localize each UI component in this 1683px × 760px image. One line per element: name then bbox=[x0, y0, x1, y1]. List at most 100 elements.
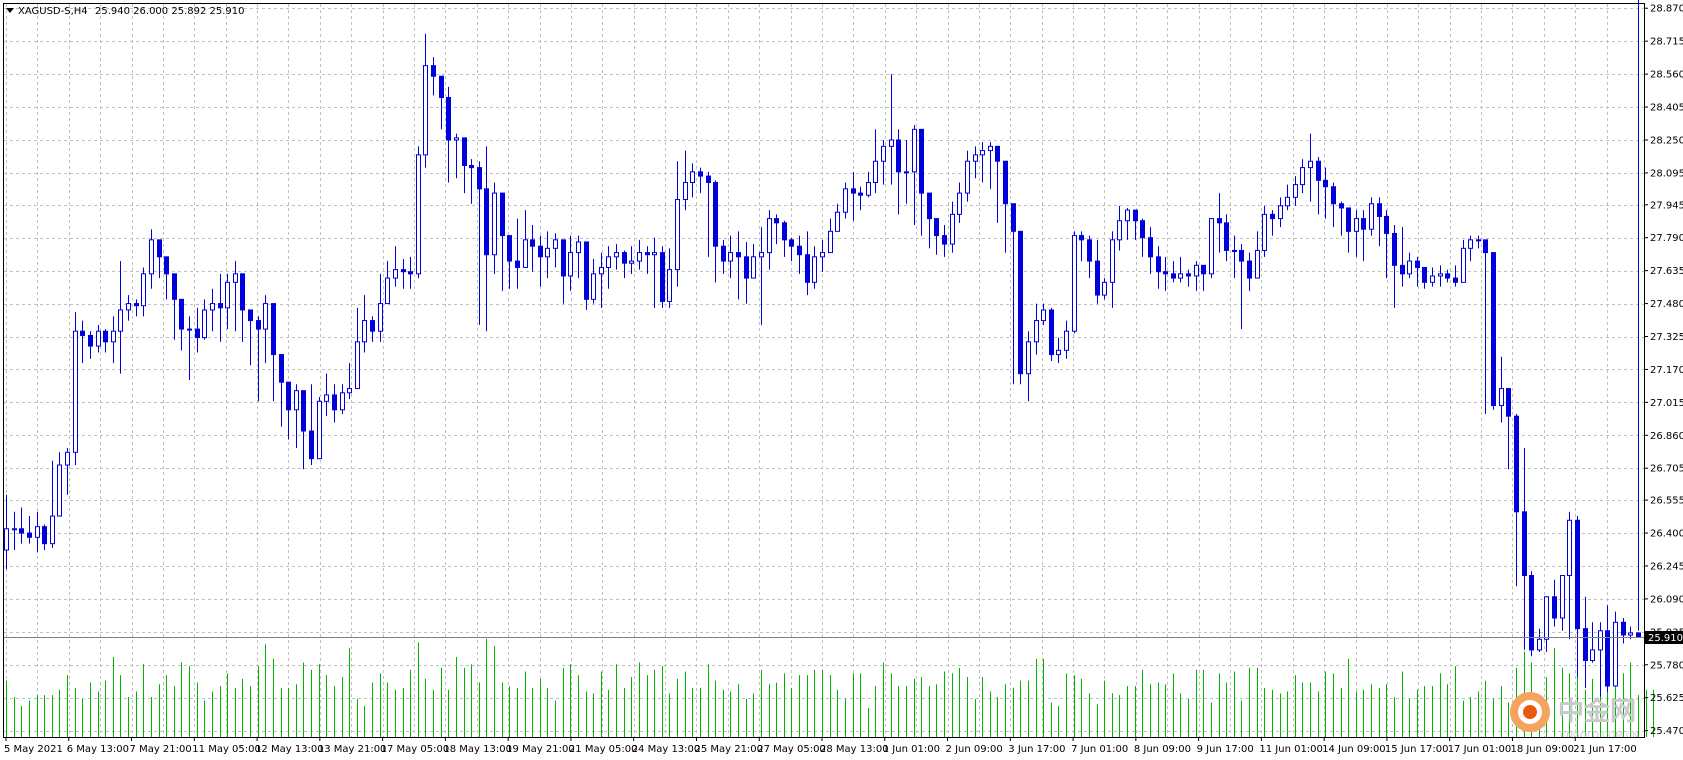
candle bbox=[1278, 197, 1283, 228]
candle bbox=[660, 246, 665, 308]
candle bbox=[622, 250, 627, 279]
candle bbox=[1262, 205, 1267, 257]
candle bbox=[1453, 265, 1458, 287]
candle bbox=[4, 494, 9, 570]
candle bbox=[469, 159, 474, 204]
x-tick-label: 11 Jun 01:00 bbox=[1259, 744, 1323, 755]
candle bbox=[271, 303, 276, 402]
candle bbox=[1224, 214, 1229, 262]
x-tick-label: 18 Jun 09:00 bbox=[1510, 744, 1574, 755]
candle bbox=[225, 273, 230, 330]
candle bbox=[88, 331, 93, 359]
candle bbox=[423, 33, 428, 168]
candle bbox=[767, 210, 772, 270]
candle bbox=[759, 227, 764, 325]
candle bbox=[1079, 231, 1084, 262]
candle bbox=[1117, 205, 1122, 251]
candle bbox=[950, 201, 955, 253]
y-tick-label: 28.870 bbox=[1650, 4, 1683, 15]
candle bbox=[1125, 207, 1130, 240]
candle bbox=[1422, 266, 1427, 289]
candle bbox=[1461, 239, 1466, 283]
price-axis: 28.870 28.715 28.560 28.405 28.250 28.095 27.9… bbox=[1644, 4, 1683, 737]
y-tick-label: 27.635 bbox=[1650, 266, 1683, 277]
candle bbox=[591, 258, 596, 304]
y-tick-label: 28.250 bbox=[1650, 135, 1683, 146]
candle bbox=[439, 75, 444, 130]
x-tick-label: 24 May 13:00 bbox=[632, 744, 701, 755]
candle bbox=[866, 171, 871, 198]
candle bbox=[1339, 201, 1344, 236]
y-tick-label: 27.325 bbox=[1650, 332, 1683, 343]
candle bbox=[843, 182, 848, 219]
x-tick-label: 14 Jun 09:00 bbox=[1322, 744, 1386, 755]
candle bbox=[1392, 224, 1397, 308]
candle bbox=[65, 448, 70, 495]
candle bbox=[1148, 227, 1153, 274]
candle bbox=[35, 511, 40, 553]
candle bbox=[1468, 235, 1473, 262]
candle bbox=[431, 57, 436, 96]
candle bbox=[202, 299, 207, 340]
candle bbox=[454, 133, 459, 179]
candle bbox=[187, 316, 192, 381]
x-tick-label: 9 Jun 17:00 bbox=[1197, 744, 1254, 755]
candle bbox=[73, 312, 78, 466]
candle bbox=[606, 246, 611, 289]
candle bbox=[1300, 159, 1305, 194]
dropdown-triangle-icon[interactable] bbox=[6, 8, 14, 13]
candle bbox=[477, 161, 482, 325]
candle bbox=[912, 125, 917, 225]
candle bbox=[332, 384, 337, 423]
current-price-tag: 25.910 bbox=[1645, 631, 1683, 644]
candle bbox=[401, 258, 406, 289]
x-tick-label: 12 May 13:00 bbox=[255, 744, 324, 755]
candle bbox=[530, 224, 535, 272]
y-tick-label: 27.945 bbox=[1650, 200, 1683, 211]
candle bbox=[645, 246, 650, 274]
volume-bars bbox=[6, 638, 1654, 737]
candle bbox=[683, 150, 688, 211]
y-tick-label: 27.480 bbox=[1650, 299, 1683, 310]
symbol-label: XAGUSD-S,H4 bbox=[18, 6, 88, 17]
candle bbox=[1346, 207, 1351, 253]
candle bbox=[12, 511, 17, 551]
candle bbox=[1034, 303, 1039, 355]
candle bbox=[195, 307, 200, 353]
candle bbox=[782, 220, 787, 257]
watermark-text: 中金网 bbox=[1558, 696, 1636, 727]
candle bbox=[446, 86, 451, 183]
candle bbox=[1544, 596, 1549, 653]
candle bbox=[1552, 579, 1557, 627]
candle bbox=[362, 295, 367, 353]
candle bbox=[858, 186, 863, 211]
candle bbox=[347, 363, 352, 400]
candle bbox=[889, 74, 894, 185]
x-tick-label: 6 May 13:00 bbox=[67, 744, 129, 755]
candle bbox=[301, 390, 306, 470]
y-tick-label: 27.790 bbox=[1650, 233, 1683, 244]
x-tick-label: 2 Jun 09:00 bbox=[946, 744, 1003, 755]
candle bbox=[820, 239, 825, 272]
candle bbox=[1026, 331, 1031, 402]
x-tick-label: 13 May 21:00 bbox=[318, 744, 387, 755]
candle bbox=[50, 460, 55, 548]
candle bbox=[96, 324, 101, 353]
candle bbox=[1270, 210, 1275, 236]
candle bbox=[828, 218, 833, 254]
candle bbox=[667, 248, 672, 308]
candle bbox=[1049, 307, 1054, 361]
x-tick-label: 1 Jun 01:00 bbox=[883, 744, 940, 755]
candle bbox=[1354, 210, 1359, 257]
candle bbox=[1575, 516, 1580, 678]
x-tick-label: 15 Jun 17:00 bbox=[1385, 744, 1449, 755]
x-tick-label: 5 May 2021 bbox=[4, 744, 63, 755]
candle bbox=[1438, 265, 1443, 287]
candle bbox=[1293, 176, 1298, 206]
candle bbox=[111, 316, 116, 364]
candle bbox=[1140, 218, 1145, 257]
price-chart[interactable]: 中金网 CNGOLD.COM.CN XAGUSD-S,H4 25.940 26.… bbox=[0, 0, 1683, 760]
y-tick-label: 26.860 bbox=[1650, 431, 1683, 442]
candle bbox=[934, 218, 939, 255]
candle bbox=[263, 295, 268, 364]
